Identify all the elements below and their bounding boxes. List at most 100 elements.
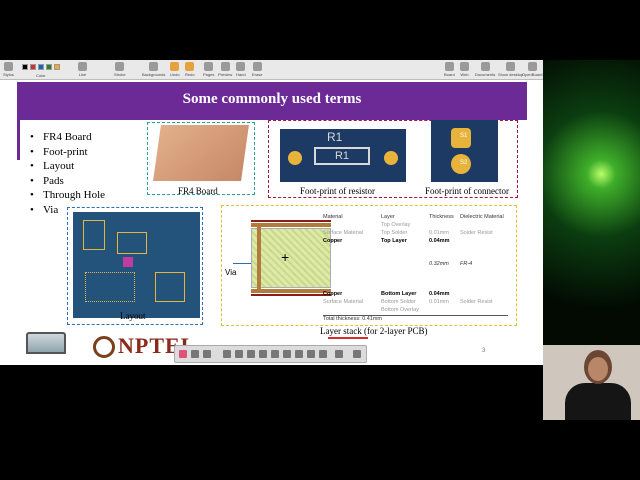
bullet-item: FR4 Board xyxy=(30,131,105,146)
zoom-in-icon[interactable] xyxy=(259,350,267,358)
presenter-body xyxy=(565,383,631,420)
stroke-icon xyxy=(115,62,125,71)
resistor-caption: Foot-print of resistor xyxy=(300,186,375,196)
connector-footprint-image: S1 S2 xyxy=(431,120,498,182)
caption-underline xyxy=(328,337,368,339)
component-outline xyxy=(117,232,147,254)
stack-row: Surface Material Bottom Solder 0.01mm So… xyxy=(323,299,493,305)
color-swatch-green[interactable] xyxy=(46,64,52,70)
show-desktop-button[interactable]: Show desktop xyxy=(498,62,523,77)
resistor-footprint-image: R1 R1 xyxy=(280,129,406,182)
bullet-item: Through Hole xyxy=(30,189,105,204)
bullet-item: Pads xyxy=(30,175,105,190)
text-icon[interactable] xyxy=(319,350,327,358)
eraser-icon[interactable] xyxy=(203,350,211,358)
pages-button[interactable]: Pages xyxy=(203,62,214,77)
stack-row: Copper Bottom Layer 0.04mm xyxy=(323,291,450,297)
layer-stack-table: + Via Material Layer Thickness Dielectri… xyxy=(225,207,513,322)
hand-icon[interactable] xyxy=(247,350,255,358)
pen-icon[interactable] xyxy=(179,350,187,358)
minimize-icon[interactable] xyxy=(353,350,361,358)
layout-caption: Layout xyxy=(120,311,146,321)
pcb-layout-image xyxy=(73,212,200,318)
color-swatch-blue[interactable] xyxy=(38,64,44,70)
tool-backgrounds[interactable]: Backgrounds xyxy=(142,62,165,77)
color-swatch-yellow[interactable] xyxy=(54,64,60,70)
web-icon xyxy=(460,62,469,71)
stack-header-row: Material Layer Thickness Dielectric Mate… xyxy=(323,214,504,220)
background-icon xyxy=(149,62,159,71)
magnifier-icon[interactable] xyxy=(283,350,291,358)
preview-icon xyxy=(220,62,230,71)
preview-button[interactable]: Preview xyxy=(218,62,232,77)
capture-icon[interactable] xyxy=(335,350,343,358)
select-icon[interactable] xyxy=(295,350,303,358)
laser-icon[interactable] xyxy=(235,350,243,358)
openboard-button[interactable]: OpenBoard xyxy=(522,62,542,77)
tool-line[interactable]: Line xyxy=(78,62,87,77)
slide-canvas[interactable]: Some commonly used terms FR4 Board Foot-… xyxy=(0,80,543,365)
pad-icon xyxy=(288,151,302,165)
stack-row: Copper Top Layer 0.04mm xyxy=(323,238,450,244)
floating-toolbar xyxy=(174,345,367,363)
erase-button[interactable]: Erase xyxy=(252,62,262,77)
undo-icon xyxy=(170,62,180,71)
stack-row: Bottom Overlay xyxy=(381,307,419,313)
board-button[interactable]: Board xyxy=(444,62,455,77)
term-list: FR4 Board Foot-print Layout Pads Through… xyxy=(30,131,105,218)
documents-icon xyxy=(480,62,490,71)
highlighted-component xyxy=(123,257,133,267)
webcam-feed xyxy=(543,345,640,420)
highlighter-icon[interactable] xyxy=(191,350,199,358)
whiteboard-toolbar: Stylus Color Line Stroke Backgrounds Und… xyxy=(0,60,543,80)
trace-group xyxy=(85,272,135,302)
board-icon xyxy=(444,62,454,71)
openboard-icon xyxy=(527,62,537,71)
bullet-item: Layout xyxy=(30,160,105,175)
hand-button[interactable]: Hand xyxy=(236,62,246,77)
stack-row: Surface Material Top Solder 0.01mm Solde… xyxy=(323,230,493,236)
connector-pin-label: S1 xyxy=(460,133,468,139)
desktop-background xyxy=(543,60,640,345)
redo-button[interactable]: Redo xyxy=(185,62,195,77)
color-swatch-black[interactable] xyxy=(22,64,28,70)
presenter-face xyxy=(588,357,608,381)
bullet-item: Foot-print xyxy=(30,146,105,161)
line-icon[interactable] xyxy=(307,350,315,358)
tool-stylus[interactable]: Stylus xyxy=(3,62,14,77)
fr4-caption: FR4 Board xyxy=(178,186,218,196)
page-number: 3 xyxy=(482,348,486,354)
eraser-icon xyxy=(252,62,262,71)
component-outline xyxy=(155,272,185,302)
nptel-emblem-icon xyxy=(93,336,115,358)
connector-caption: Foot-print of connector xyxy=(425,186,509,196)
fr4-board-image xyxy=(153,125,249,181)
resistor-designator: R1 xyxy=(327,130,343,144)
desktop-icon xyxy=(506,62,516,71)
stylus-icon xyxy=(3,62,13,71)
pages-icon xyxy=(204,62,214,71)
component-outline xyxy=(83,220,105,250)
zoom-out-icon[interactable] xyxy=(271,350,279,358)
accent-bar xyxy=(17,120,20,160)
cursor-icon[interactable] xyxy=(223,350,231,358)
undo-button[interactable]: Undo xyxy=(170,62,180,77)
iit-logo xyxy=(22,330,70,362)
line-icon xyxy=(78,62,87,71)
stack-row: Top Overlay xyxy=(381,222,411,228)
connector-pin-label: S2 xyxy=(460,160,468,166)
layer-stack-caption: Layer stack (for 2-layer PCB) xyxy=(320,326,428,336)
web-button[interactable]: Web xyxy=(460,62,469,77)
total-thickness-row: Total thickness: 0.41mm xyxy=(323,316,382,322)
slide-title: Some commonly used terms xyxy=(17,82,527,120)
hand-icon xyxy=(236,62,246,71)
resistor-outline: R1 xyxy=(314,147,370,165)
redo-icon xyxy=(185,62,195,71)
documents-button[interactable]: Documents xyxy=(475,62,495,77)
tool-stroke[interactable]: Stroke xyxy=(114,62,126,77)
building-icon xyxy=(26,332,66,354)
pad-icon xyxy=(384,151,398,165)
via-label: Via xyxy=(225,268,237,277)
stack-row: 0.32mm FR-4 xyxy=(429,261,473,267)
color-swatch-red[interactable] xyxy=(30,64,36,70)
